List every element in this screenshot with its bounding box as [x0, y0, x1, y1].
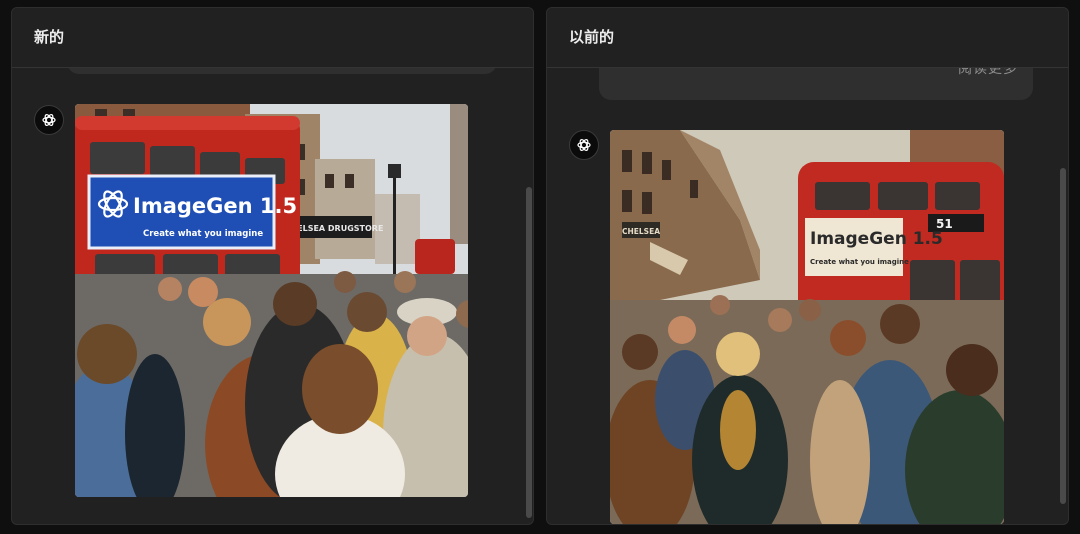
bus-ad-brand-previous: ImageGen 1.5 — [810, 229, 943, 249]
generated-image-previous[interactable]: CHELSEA 51 ImageGen 1.5 Create what you … — [610, 130, 1004, 524]
storefront-sign-previous: CHELSEA — [622, 227, 660, 236]
conversation-area[interactable]: 阅读更多 CHELSEA 51 ImageGen 1.5 Create what… — [547, 61, 1068, 524]
scrollbar[interactable] — [526, 187, 532, 518]
street-scene-illustration: CHELSEA DRUGSTORE ImageGen 1.5 Create wh… — [75, 104, 468, 497]
bus-ad-tagline-previous: Create what you imagine — [810, 258, 909, 266]
user-message-bubble: 阅读更多 — [599, 61, 1033, 100]
panel-header: 新的 — [12, 8, 533, 68]
new-result-panel: 新的 CHELSEA DRUGSTORE ImageGen 1.5 Create… — [11, 7, 534, 525]
openai-logo-icon — [577, 139, 591, 151]
conversation-area[interactable]: CHELSEA DRUGSTORE ImageGen 1.5 Create wh… — [12, 62, 533, 524]
scrollbar[interactable] — [1060, 168, 1066, 504]
panel-title-previous: 以前的 — [569, 28, 615, 46]
bus-ad-brand-new: ImageGen 1.5 — [133, 194, 297, 218]
previous-result-panel: 以前的 阅读更多 CHELSEA 51 ImageGen 1.5 Create … — [546, 7, 1069, 525]
assistant-avatar — [569, 130, 599, 160]
panel-header: 以前的 — [547, 8, 1068, 68]
panel-title-new: 新的 — [34, 28, 65, 46]
bus-ad-tagline-new: Create what you imagine — [143, 229, 263, 239]
assistant-avatar — [34, 105, 64, 135]
street-scene-illustration: CHELSEA 51 ImageGen 1.5 Create what you … — [610, 130, 1004, 524]
openai-logo-icon — [42, 114, 56, 126]
generated-image-new[interactable]: CHELSEA DRUGSTORE ImageGen 1.5 Create wh… — [75, 104, 468, 497]
